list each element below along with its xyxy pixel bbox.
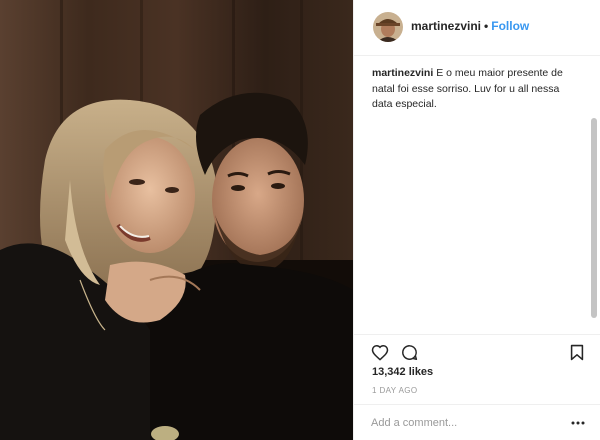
post-actions: 13,342 likes 1 DAY AGO bbox=[354, 334, 600, 404]
comment-box bbox=[354, 404, 600, 440]
header-username[interactable]: martinezvini bbox=[411, 19, 481, 33]
instagram-post: martinezvini • Follow martinezvini E o meu… bbox=[0, 0, 600, 440]
likes-count[interactable]: 13,342 likes bbox=[372, 366, 433, 378]
heart-icon[interactable] bbox=[371, 344, 389, 361]
follow-button[interactable]: Follow bbox=[491, 19, 529, 33]
post-header: martinezvini • Follow bbox=[354, 0, 600, 56]
couple-photo-image bbox=[0, 0, 353, 440]
header-line: martinezvini • Follow bbox=[411, 19, 529, 33]
ellipsis-icon[interactable] bbox=[571, 418, 585, 428]
caption-username[interactable]: martinezvini bbox=[372, 67, 433, 79]
add-comment-input[interactable] bbox=[371, 414, 551, 432]
separator-dot: • bbox=[484, 19, 489, 33]
comments-section[interactable]: martinezvini E o meu maior presente de n… bbox=[354, 56, 600, 334]
post-photo[interactable] bbox=[0, 0, 353, 440]
comment-bubble-icon[interactable] bbox=[401, 344, 418, 361]
avatar[interactable] bbox=[373, 12, 403, 42]
post-caption: martinezvini E o meu maior presente de n… bbox=[372, 66, 572, 113]
avatar-image bbox=[373, 12, 403, 42]
bookmark-icon[interactable] bbox=[570, 344, 584, 361]
comments-scrollbar[interactable] bbox=[591, 118, 597, 318]
post-timestamp[interactable]: 1 DAY AGO bbox=[372, 386, 418, 395]
post-side-panel: martinezvini • Follow martinezvini E o meu… bbox=[353, 0, 600, 440]
